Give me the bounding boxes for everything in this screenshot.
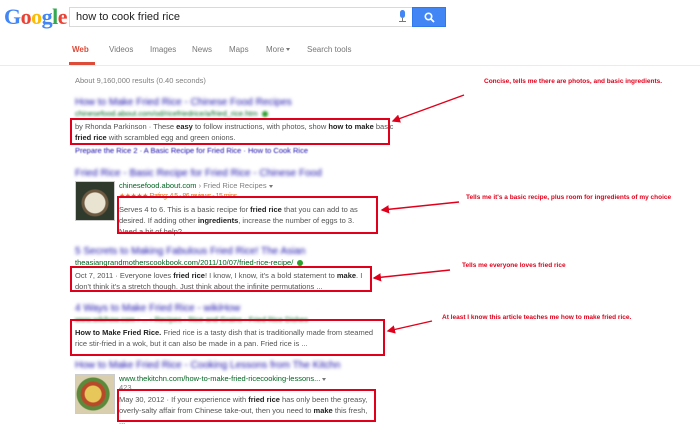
annotation-note: Concise, tells me there are photos, and … bbox=[484, 78, 663, 85]
annotation-note: Tells me it's a basic recipe, plus room … bbox=[466, 194, 672, 201]
result-url: www.thekitchn.com/how-to-make-fried-rice… bbox=[119, 374, 369, 383]
highlight-box bbox=[117, 196, 378, 234]
result-title[interactable]: How to Make Fried Rice - Chinese Food Re… bbox=[75, 97, 395, 108]
logo-letter: o bbox=[31, 4, 42, 29]
search-result: How to Make Fried Rice - Cooking Lessons… bbox=[75, 360, 340, 371]
result-title[interactable]: 4 Ways to Make Fried Rice - wikiHow bbox=[75, 303, 380, 314]
search-header: Google how to cook fried rice bbox=[0, 0, 700, 36]
tab-search-tools[interactable]: Search tools bbox=[307, 45, 351, 54]
highlight-box bbox=[117, 389, 376, 422]
caret-down-icon[interactable] bbox=[268, 184, 273, 188]
caret-down-icon bbox=[286, 48, 291, 52]
result-url-text: chinesefood.about.com/od/ricefriedrice/a… bbox=[75, 109, 258, 118]
highlight-box bbox=[70, 266, 372, 292]
tab-more-label: More bbox=[266, 45, 285, 54]
arrow-line bbox=[372, 269, 451, 282]
magnifier-icon bbox=[424, 12, 435, 23]
search-input[interactable]: how to cook fried rice bbox=[69, 7, 412, 27]
google-logo[interactable]: Google bbox=[4, 4, 68, 30]
annotation-note: At least I know this article teaches me … bbox=[442, 314, 632, 321]
microphone-icon[interactable] bbox=[398, 10, 406, 22]
result-title[interactable]: 5 Secrets to Making Fabulous Fried Rice!… bbox=[75, 246, 375, 257]
tab-more[interactable]: More bbox=[266, 45, 291, 54]
active-tab-indicator bbox=[69, 62, 95, 65]
tab-web[interactable]: Web bbox=[72, 45, 89, 54]
result-title[interactable]: Fried Rice - Basic Recipe for Fried Rice… bbox=[75, 168, 322, 179]
search-result: Fried Rice - Basic Recipe for Fried Rice… bbox=[75, 168, 322, 179]
result-url: chinesefood.about.com › Fried Rice Recip… bbox=[119, 181, 369, 190]
caret-down-icon[interactable] bbox=[322, 377, 327, 381]
annotation-note: Tells me everyone loves fried rice bbox=[462, 262, 566, 269]
logo-letter: e bbox=[57, 4, 68, 29]
logo-letter: o bbox=[20, 4, 32, 29]
tab-videos[interactable]: Videos bbox=[109, 45, 133, 54]
result-title[interactable]: How to Make Fried Rice - Cooking Lessons… bbox=[75, 360, 340, 371]
search-tabs: Web Videos Images News Maps More Search … bbox=[0, 36, 700, 66]
highlight-box bbox=[70, 118, 390, 145]
result-url-text: www.thekitchn.com/how-to-make-fried-rice… bbox=[119, 374, 321, 383]
result-url-text: chinesefood.about.com bbox=[119, 181, 197, 190]
result-breadcrumb[interactable]: › Fried Rice Recipes bbox=[199, 181, 267, 190]
logo-letter: G bbox=[4, 4, 21, 29]
logo-letter: g bbox=[41, 4, 53, 29]
result-url: chinesefood.about.com/od/ricefriedrice/a… bbox=[75, 109, 395, 118]
result-stats: About 9,160,000 results (0.40 seconds) bbox=[75, 76, 206, 85]
tab-images[interactable]: Images bbox=[150, 45, 176, 54]
arrow-line bbox=[386, 320, 433, 334]
tab-news[interactable]: News bbox=[192, 45, 212, 54]
result-sitelinks[interactable]: Prepare the Rice 2 · A Basic Recipe for … bbox=[75, 146, 395, 155]
search-button[interactable] bbox=[412, 7, 446, 27]
green-dot-icon[interactable] bbox=[261, 111, 268, 118]
arrow-line bbox=[391, 94, 465, 123]
tab-maps[interactable]: Maps bbox=[229, 45, 249, 54]
result-thumbnail[interactable] bbox=[75, 374, 115, 414]
highlight-box bbox=[70, 319, 385, 356]
result-thumbnail[interactable] bbox=[75, 181, 115, 221]
arrow-line bbox=[380, 201, 460, 214]
